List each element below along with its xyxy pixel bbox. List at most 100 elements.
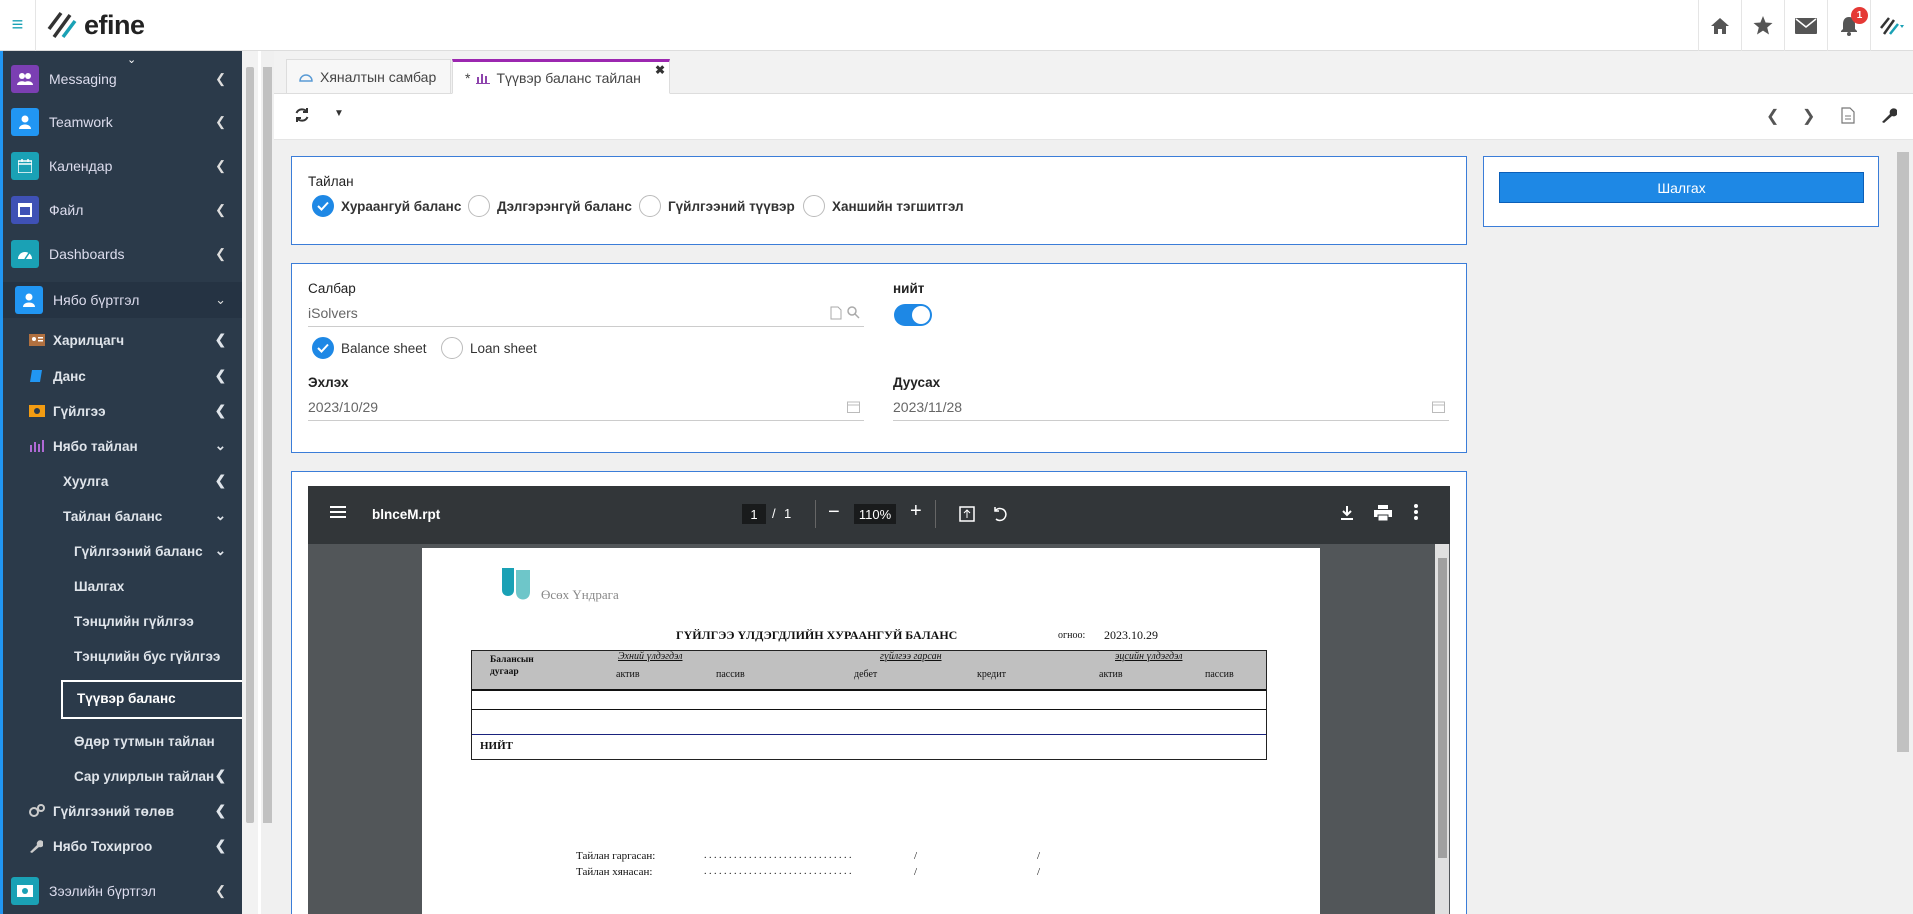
tab-dashboard[interactable]: Хяналтын самбар [286,59,451,94]
prepared-by-slash-1: / [914,850,918,862]
rotate-icon[interactable] [991,505,1009,523]
sidebar-scrollbar[interactable] [242,51,258,914]
zoom-in-icon[interactable]: + [910,501,922,521]
sidebar-item-label: Өдөр тутмын тайлан [74,733,215,749]
bell-icon[interactable]: 1 [1827,0,1870,51]
mail-icon[interactable] [1784,0,1827,51]
sidebar-item-account[interactable]: Данс ❮ [3,361,242,391]
content-scrollbar[interactable] [1893,140,1913,914]
document-icon[interactable] [1841,107,1855,124]
sidebar-item-unbalanced-transaction[interactable]: Тэнцлийн бус гүйлгээ [3,641,242,671]
caret-down-icon[interactable]: ▼ [334,108,344,119]
col-account-number: Балансын дугаар [490,655,534,677]
radio-circle [441,337,463,359]
total-toggle[interactable] [894,304,932,326]
refresh-icon[interactable] [294,107,310,123]
sidebar-item-check[interactable]: Шалгах [3,571,242,601]
user-menu-icon[interactable] [1870,0,1913,51]
col-group-opening: Эхний үлдэгдэл [618,651,683,662]
pdf-scrollbar[interactable] [1435,544,1449,914]
sidebar-item-label: Файл [49,202,84,218]
report-type-panel: Тайлан Хураангуй баланс Дэлгэрэнгүй бала… [291,156,1467,245]
chevron-down-icon: ⌄ [214,543,226,558]
chevron-left-icon[interactable]: ❮ [1766,106,1779,126]
col-opening-asset: актив [616,669,640,680]
sidebar-item-statement[interactable]: Хуулга ❮ [3,466,242,496]
sidebar-item-transaction-balance[interactable]: Гүйлгээний баланс ⌄ [3,536,242,566]
download-icon[interactable] [1340,505,1354,521]
zoom-out-icon[interactable]: − [828,502,840,522]
sidebar-item-transaction-status[interactable]: Гүйлгээний төлөв ❮ [3,796,242,826]
tab-label: Хяналтын самбар [320,68,437,85]
calendar-icon [11,152,39,180]
sidebar-item-label: Сар улирлын тайлан [74,768,215,784]
bar-chart-icon [476,72,491,84]
sidebar-item-trial-balance[interactable]: Түүвэр баланс [61,680,253,719]
home-icon[interactable] [1698,0,1741,51]
file-icon [11,196,39,224]
sidebar-item-label: Шалгах [74,578,125,594]
star-icon[interactable] [1741,0,1784,51]
sidebar-item-file[interactable]: Файл ❮ [3,192,242,228]
calendar-icon[interactable] [847,400,860,413]
sidebar-item-balanced-transaction[interactable]: Тэнцлийн гүйлгээ [3,606,242,636]
print-icon[interactable] [1374,505,1392,521]
sidebar-item-loan[interactable]: Зээлийн бүртгэл ❮ [3,873,242,909]
logo[interactable]: efine [46,8,145,42]
sidebar-item-accounting-report[interactable]: Нябо тайлан ⌄ [3,431,242,461]
sidebar-item-messaging[interactable]: Messaging ❮ [3,61,242,97]
branch-field[interactable]: iSolvers [308,299,864,327]
zoom-input[interactable]: 110% [854,504,896,524]
sidebar-item-dashboards[interactable]: Dashboards ❮ [3,236,242,272]
wrench-icon[interactable] [1881,107,1897,123]
radio-exchange-adjustment[interactable]: Ханшийн тэгшитгэл [803,195,964,217]
sidebar-item-accounting[interactable]: Нябо бүртгэл ⌄ [3,282,242,318]
menu-icon[interactable] [330,505,346,519]
tab-trial-balance-report[interactable]: * Түүвэр баланс тайлан ✖ [452,59,670,94]
chevron-left-icon: ❮ [215,246,226,261]
search-icon[interactable] [847,306,860,319]
id-card-icon [29,334,45,346]
chevron-right-icon[interactable]: ❯ [1802,106,1815,126]
document-icon[interactable] [830,306,842,320]
top-bar: ≡ efine 1 [0,0,1913,51]
tab-label: Түүвэр баланс тайлан [496,69,641,86]
end-date-value: 2023/11/28 [893,398,963,415]
reviewed-by-label: Тайлан хянасан: [576,866,653,878]
sidebar-item-report-balance[interactable]: Тайлан баланс ⌄ [3,501,242,531]
chevron-left-icon: ❮ [214,332,226,347]
radio-detailed-balance[interactable]: Дэлгэрэнгүй баланс [468,195,632,217]
check-button[interactable]: Шалгах [1499,172,1864,203]
sidebar-item-periodic-report[interactable]: Сар улирлын тайлан ❮ [3,761,242,791]
calendar-icon[interactable] [1432,400,1445,413]
radio-balance-sheet[interactable]: Balance sheet [312,337,427,359]
main-scrollbar[interactable] [261,51,274,914]
chevron-left-icon: ❮ [215,158,226,173]
radio-transaction-sample[interactable]: Гүйлгээний түүвэр [639,195,795,217]
start-date-field[interactable]: 2023/10/29 [308,393,864,421]
fit-page-icon[interactable] [959,506,975,522]
sidebar-item-partner[interactable]: Харилцагч ❮ [3,325,242,355]
sidebar-item-label: Нябо тайлан [53,438,138,454]
radio-label: Хураангуй баланс [341,198,462,214]
radio-summary-balance[interactable]: Хураангуй баланс [312,195,461,217]
sidebar-item-calendar[interactable]: Календар ❮ [3,148,242,184]
sidebar-item-accounting-settings[interactable]: Нябо Тохиргоо ❮ [3,831,242,861]
sidebar-item-label: Teamwork [49,114,113,130]
sidebar-item-daily-report[interactable]: Өдөр тутмын тайлан [3,726,242,756]
menu-toggle-icon[interactable]: ≡ [0,0,36,51]
page-total: 1 [784,506,792,521]
more-vert-icon[interactable] [1414,504,1418,520]
sidebar-item-label: Хуулга [63,473,109,489]
page-number-input[interactable]: 1 [742,504,766,524]
sidebar: ⌄ Messaging ❮ Teamwork ❮ Календар ❮ Файл… [0,51,258,914]
chevron-left-icon: ❮ [215,114,226,129]
sidebar-item-transaction[interactable]: Гүйлгээ ❮ [3,396,242,426]
sidebar-item-teamwork[interactable]: Teamwork ❮ [3,104,242,140]
radio-loan-sheet[interactable]: Loan sheet [441,337,537,359]
radio-circle [468,195,490,217]
end-date-field[interactable]: 2023/11/28 [893,393,1449,421]
chevron-left-icon: ❮ [214,803,226,818]
close-icon[interactable]: ✖ [655,63,665,77]
reviewed-by-slash-2: / [1037,866,1041,878]
